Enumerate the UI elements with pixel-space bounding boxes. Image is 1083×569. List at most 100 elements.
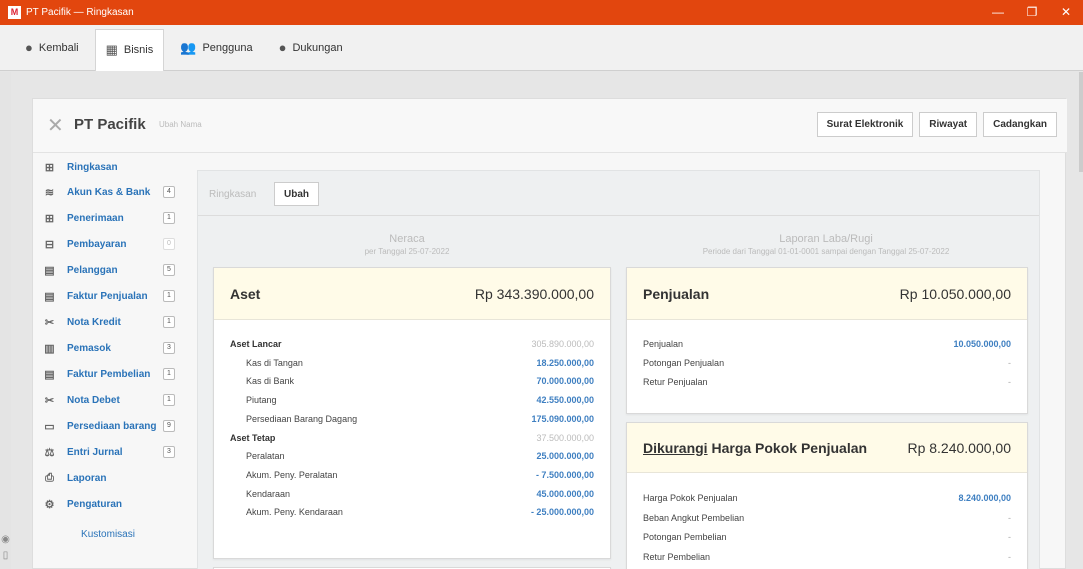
row-label: Kendaraan	[246, 488, 291, 499]
inventory-icon: ▭	[44, 420, 55, 433]
window-title: PT Pacifik — Ringkasan	[26, 7, 134, 18]
sidebar-item[interactable]: ⚖ Entri Jurnal 3	[33, 439, 183, 465]
row-label: Kas di Bank	[246, 376, 295, 387]
count-badge: 5	[163, 264, 175, 276]
row-value[interactable]: 42.550.000,00	[536, 395, 594, 405]
backup-button[interactable]: Cadangkan	[983, 112, 1057, 137]
sidebar-item[interactable]: ▤ Faktur Pembelian 1	[33, 361, 183, 387]
report-row: Peralatan 25.000.000,00	[230, 448, 594, 464]
sidebar-item[interactable]: ≋ Akun Kas & Bank 4	[33, 179, 183, 205]
rename-link[interactable]: Ubah Nama	[159, 120, 202, 129]
row-value[interactable]: 45.000.000,00	[536, 489, 594, 499]
row-label: Kas di Tangan	[246, 357, 303, 368]
assets-card-header: Aset Rp 343.390.000,00	[214, 268, 610, 320]
cogs-title: Dikurangi Harga Pokok Penjualan	[643, 440, 867, 456]
assets-card: Aset Rp 343.390.000,00 Aset Lancar 305.89…	[213, 267, 611, 559]
sidebar-item-label: Pemasok	[67, 342, 111, 354]
sidebar-item[interactable]: ▤ Faktur Penjualan 1	[33, 283, 183, 309]
scrollbar[interactable]	[1079, 72, 1083, 172]
users-icon: 👥	[180, 39, 197, 55]
row-value[interactable]: 25.000.000,00	[536, 451, 594, 461]
report-row: Penjualan 10.050.000,00	[643, 336, 1011, 352]
report-row: Aset Tetap 37.500.000,00	[230, 430, 594, 446]
sidebar-item[interactable]: ⊞ Penerimaan 1	[33, 205, 183, 231]
nav-users-label: Pengguna	[202, 41, 253, 54]
minimize-button[interactable]: —	[981, 0, 1015, 25]
row-value[interactable]: 70.000.000,00	[536, 376, 594, 386]
sidebar-item-label: Pengaturan	[67, 498, 123, 510]
row-label: Beban Angkut Pembelian	[643, 512, 745, 523]
row-value[interactable]: - 25.000.000,00	[531, 507, 594, 517]
nav-business[interactable]: ▦ Bisnis	[94, 28, 165, 71]
sidebar-item[interactable]: ▤ Pelanggan 5	[33, 257, 183, 283]
sidebar: ⊞ Ringkasan ≋ Akun Kas & Bank 4 ⊞ Penerimaan 1 ⊟…	[33, 155, 183, 517]
report-row: Kas di Bank 70.000.000,00	[230, 373, 594, 389]
sidebar-item[interactable]: ▥ Pemasok 3	[33, 335, 183, 361]
sidebar-item-label: Nota Debet	[67, 394, 120, 406]
email-button[interactable]: Surat Elektronik	[816, 112, 914, 137]
count-badge: 1	[163, 212, 175, 224]
row-label: Persediaan Barang Dagang	[246, 413, 358, 424]
sidebar-item[interactable]: ✂ Nota Kredit 1	[33, 309, 183, 335]
app-logo-icon: M	[8, 6, 21, 19]
nav-back[interactable]: ● Kembali	[15, 28, 89, 68]
summary-tabs: Ringkasan Ubah	[198, 171, 1039, 216]
sidebar-item[interactable]: ⊟ Pembayaran 0	[33, 231, 183, 257]
sidebar-item[interactable]: ✂ Nota Debet 1	[33, 387, 183, 413]
assets-title: Aset	[230, 285, 261, 302]
close-window-button[interactable]: ✕	[1049, 0, 1083, 25]
close-business-icon[interactable]: ✕	[47, 113, 64, 138]
count-badge: 0	[163, 238, 175, 250]
row-value[interactable]: 8.240.000,00	[958, 493, 1011, 503]
row-label: Piutang	[246, 395, 277, 406]
row-label: Retur Pembelian	[643, 551, 711, 562]
assets-total: Rp 343.390.000,00	[474, 285, 594, 302]
sidebar-item[interactable]: ▭ Persediaan barang 9	[33, 413, 183, 439]
row-label: Potongan Penjualan	[643, 358, 725, 368]
minus-icon: ⊟	[44, 238, 55, 251]
row-value[interactable]: 37.500.000,00	[536, 433, 594, 443]
sidebar-item[interactable]: ⚙ Pengaturan	[33, 491, 183, 517]
report-row: Piutang 42.550.000,00	[230, 392, 594, 408]
report-row: Harga Pokok Penjualan 8.240.000,00	[643, 490, 1011, 506]
sidebar-item[interactable]: ⊞ Ringkasan	[33, 155, 183, 179]
nav-support[interactable]: ● Dukungan	[269, 28, 353, 68]
row-value[interactable]: 18.250.000,00	[536, 358, 594, 368]
sidebar-item-label: Penerimaan	[67, 212, 124, 224]
cogs-title-prefix[interactable]: Dikurangi	[643, 440, 708, 456]
edit-button[interactable]: Ubah	[274, 182, 319, 206]
gear-icon: ⚙	[44, 498, 55, 511]
balance-sheet-date: per Tanggal 25-07-2022	[364, 247, 450, 256]
row-value[interactable]: - 7.500.000,00	[536, 470, 594, 480]
row-label: Aset Tetap	[230, 432, 276, 443]
sidebar-item-label: Nota Kredit	[67, 316, 121, 328]
sidebar-item[interactable]: ⎙ Laporan	[33, 465, 183, 491]
help-icon: ●	[278, 40, 287, 55]
nav-business-label: Bisnis	[123, 44, 154, 56]
eye-icon[interactable]: ◉	[0, 534, 11, 545]
title-bar: M PT Pacifik — Ringkasan — ❐ ✕	[0, 0, 1083, 25]
row-value[interactable]: 10.050.000,00	[953, 339, 1011, 349]
report-row: Persediaan Barang Dagang 175.090.000,00	[230, 411, 594, 427]
cogs-card-header: Dikurangi Harga Pokok Penjualan Rp 8.240…	[627, 423, 1027, 473]
nav-back-label: Kembali	[38, 41, 79, 54]
back-icon: ●	[25, 40, 33, 55]
count-badge: 1	[163, 316, 175, 328]
window-controls: — ❐ ✕	[981, 0, 1083, 25]
report-row: Aset Lancar 305.890.000,00	[230, 336, 594, 352]
row-value: -	[1008, 377, 1011, 387]
sales-card-header: Penjualan Rp 10.050.000,00	[627, 268, 1027, 320]
history-button[interactable]: Riwayat	[919, 112, 978, 137]
report-row: Akum. Peny. Kendaraan - 25.000.000,00	[230, 504, 594, 520]
maximize-button[interactable]: ❐	[1015, 0, 1049, 25]
row-value: -	[1008, 532, 1011, 542]
company-name: PT Pacifik	[74, 116, 146, 133]
main-panel: ✕ PT Pacifik Ubah Nama Surat Elektronik …	[32, 98, 1067, 569]
profit-loss-title: Laporan Laba/Rugi	[779, 233, 873, 245]
nav-users[interactable]: 👥 Pengguna	[170, 28, 262, 68]
row-value[interactable]: 305.890.000,00	[531, 339, 594, 349]
count-badge: 3	[163, 342, 175, 354]
row-value[interactable]: 175.090.000,00	[531, 414, 594, 424]
panel-icon[interactable]: ▯	[0, 550, 11, 561]
customize-link[interactable]: Kustomisasi	[33, 529, 183, 540]
